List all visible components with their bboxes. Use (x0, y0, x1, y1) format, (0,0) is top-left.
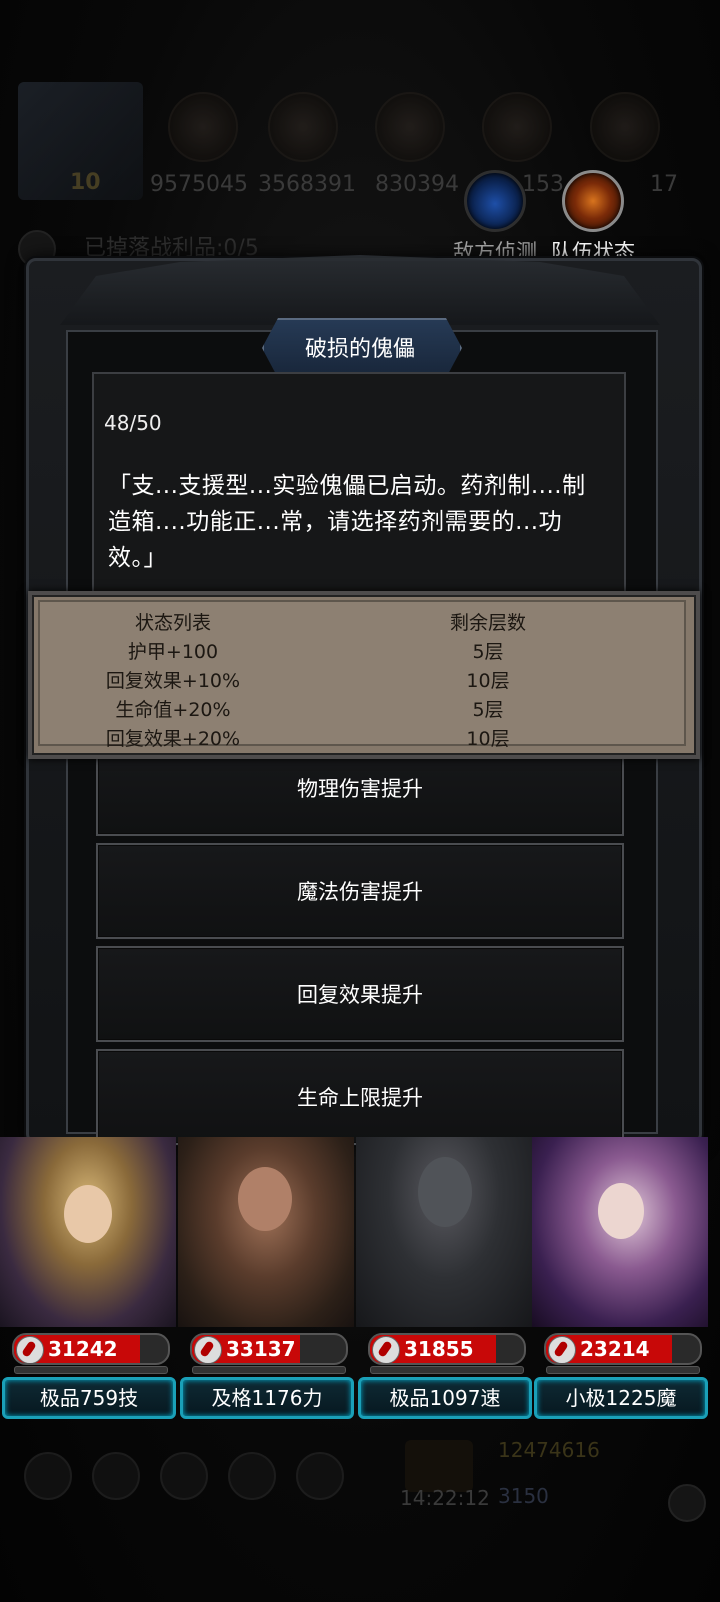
hero-portrait (0, 1137, 176, 1327)
potion-icon (194, 1336, 222, 1363)
hero-tag: 及格1176力 (180, 1377, 354, 1419)
resource-icon (268, 92, 338, 162)
resource-count: 9575045 (150, 172, 248, 197)
team-status-button[interactable]: 队伍状态 (538, 170, 648, 266)
hero-portrait (178, 1137, 354, 1327)
option-max-hp[interactable]: 生命上限提升 (96, 1049, 624, 1145)
status-name: 回复效果+10% (105, 670, 241, 692)
status-row: 生命值+20% 5层 (38, 695, 682, 724)
menu-icon (296, 1452, 344, 1500)
resource-count: 3568391 (258, 172, 356, 197)
resource-icon (168, 92, 238, 162)
hp-bar: 31242 (12, 1333, 170, 1365)
hero-face (64, 1185, 112, 1243)
hero-card[interactable]: 33137 及格1176力 (178, 1137, 354, 1419)
add-icon (668, 1484, 706, 1522)
status-name: 生命值+20% (115, 699, 231, 721)
potion-icon (16, 1336, 44, 1363)
menu-icon (92, 1452, 140, 1500)
hp-value: 31242 (48, 1337, 118, 1361)
status-row: 护甲+100 5层 (38, 637, 682, 666)
energy-bar (546, 1366, 700, 1374)
potion-icon (372, 1336, 400, 1363)
menu-icon (160, 1452, 208, 1500)
resource-icon (375, 92, 445, 162)
resource-icon (482, 92, 552, 162)
layers-header: 剩余层数 (449, 612, 526, 634)
status-name: 回复效果+20% (105, 728, 241, 750)
hero-face (238, 1167, 292, 1231)
dialogue-text: 「支...支援型...实验傀儡已启动。药剂制....制造箱....功能正...常… (108, 473, 586, 571)
energy-bar (192, 1366, 346, 1374)
event-title: 破损的傀儡 (304, 337, 415, 362)
hero-card[interactable]: 31242 极品759技 (0, 1137, 176, 1419)
status-name: 护甲+100 (127, 641, 219, 663)
option-healing-effect[interactable]: 回复效果提升 (96, 946, 624, 1042)
hp-bar: 33137 (190, 1333, 348, 1365)
status-layers: 10层 (466, 728, 510, 750)
status-layers: 10层 (466, 670, 510, 692)
hero-portrait (356, 1137, 532, 1327)
fire-icon (562, 170, 624, 232)
radar-icon (464, 170, 526, 232)
enemy-scout-button[interactable]: 敌方侦测 (440, 170, 550, 266)
hero-tag: 极品759技 (2, 1377, 176, 1419)
gold-amount: 12474616 (498, 1438, 600, 1462)
resource-icon (590, 92, 660, 162)
gem-amount: 3150 (498, 1484, 549, 1508)
status-header: 状态列表 (134, 612, 211, 634)
player-level: 10 (70, 170, 101, 195)
status-table-header: 状态列表 剩余层数 (38, 608, 682, 637)
menu-icon (24, 1452, 72, 1500)
hero-card[interactable]: 23214 小极1225魔 (532, 1137, 708, 1419)
energy-bar (14, 1366, 168, 1374)
chest-timer: 14:22:12 (400, 1486, 490, 1510)
hp-bar: 23214 (544, 1333, 702, 1365)
resource-count: 17 (650, 172, 678, 197)
hp-bar: 31855 (368, 1333, 526, 1365)
hp-value: 23214 (580, 1337, 650, 1361)
hero-helmet (418, 1157, 472, 1227)
energy-bar (370, 1366, 524, 1374)
status-row: 回复效果+20% 10层 (38, 724, 682, 753)
status-layers: 5层 (472, 641, 504, 663)
chest-icon (405, 1440, 473, 1492)
menu-icon (228, 1452, 276, 1500)
status-layers: 5层 (472, 699, 504, 721)
hero-face (598, 1183, 644, 1239)
hp-value: 33137 (226, 1337, 296, 1361)
hero-card[interactable]: 31855 极品1097速 (356, 1137, 532, 1419)
hero-tag: 小极1225魔 (534, 1377, 708, 1419)
hero-tag: 极品1097速 (358, 1377, 532, 1419)
event-counter: 48/50 (104, 411, 162, 435)
hp-value: 31855 (404, 1337, 474, 1361)
hero-portrait (532, 1137, 708, 1327)
status-row: 回复效果+10% 10层 (38, 666, 682, 695)
option-magic-damage[interactable]: 魔法伤害提升 (96, 843, 624, 939)
potion-icon (548, 1336, 576, 1363)
